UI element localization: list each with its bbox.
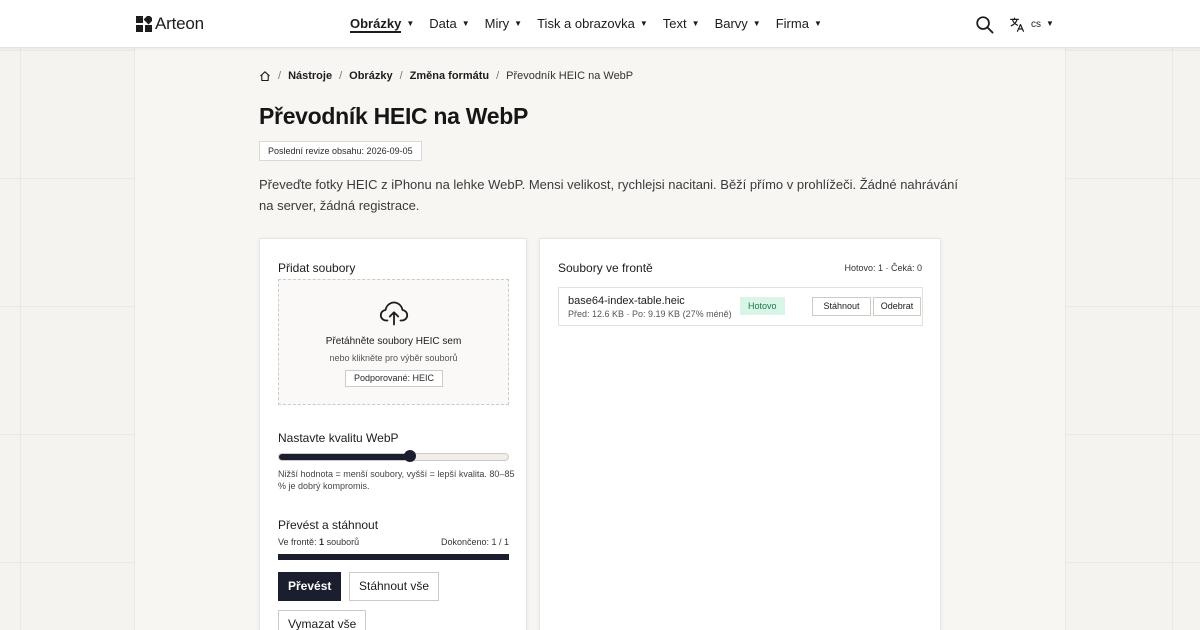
- breadcrumb-separator: /: [339, 70, 343, 82]
- file-size: Před: 12.6 KB · Po: 9.19 KB (27% méně): [568, 309, 732, 319]
- nav-item-miry[interactable]: Miry ▼: [485, 0, 522, 48]
- nav-item-data[interactable]: Data ▼: [429, 0, 469, 48]
- list-item: base64-index-table.heic Před: 12.6 KB · …: [558, 287, 923, 326]
- brand-logo[interactable]: Arteon: [136, 13, 204, 35]
- quality-section-title: Nastavte kvalitu WebP: [278, 431, 399, 445]
- brand-name: Arteon: [155, 14, 204, 33]
- caret-down-icon: ▼: [639, 18, 648, 28]
- dropzone-subtitle: nebo klikněte pro výběr souborů: [329, 353, 458, 363]
- caret-down-icon: ▼: [406, 18, 415, 28]
- file-name: base64-index-table.heic: [568, 295, 685, 307]
- done-status: Dokončeno: 1 / 1: [440, 537, 509, 547]
- queue-prefix: Ve frontě:: [278, 537, 317, 547]
- queue-status: Ve frontě: 1 souborů: [278, 537, 359, 547]
- cloud-upload-icon: [379, 301, 409, 326]
- clear-all-button[interactable]: Vymazat vše: [278, 610, 367, 630]
- queue-count: 1: [319, 537, 325, 547]
- nav-item-label: Tisk a obrazovka: [537, 16, 635, 31]
- upload-section-title: Přidat soubory: [278, 261, 356, 275]
- download-all-button[interactable]: Stáhnout vše: [349, 572, 440, 601]
- breadcrumb-separator: /: [278, 70, 282, 82]
- breadcrumb-current: Převodník HEIC na WebP: [506, 70, 634, 82]
- nav-item-label: Text: [662, 16, 687, 31]
- nav-item-label: Firma: [775, 16, 809, 31]
- caret-down-icon: ▼: [514, 18, 523, 28]
- nav-item-label: Obrázky: [350, 15, 402, 33]
- conversion-progress-fill: [278, 554, 509, 560]
- breadcrumb-separator: /: [496, 70, 500, 82]
- convert-section-title: Převést a stáhnout: [278, 518, 379, 532]
- language-code: cs: [1031, 18, 1041, 30]
- nav-item-barvy[interactable]: Barvy ▼: [715, 0, 761, 48]
- file-dropzone[interactable]: Přetáhněte soubory HEIC sem nebo kliknět…: [278, 279, 509, 405]
- main-menu: Obrázky ▼ Data ▼ Miry ▼ Tisk a obrazovka…: [350, 0, 822, 48]
- caret-down-icon: ▼: [813, 18, 822, 28]
- search-icon[interactable]: [975, 15, 994, 34]
- breadcrumb-separator: /: [399, 70, 403, 82]
- breadcrumb: / Nástroje / Obrázky / Změna formátu / P…: [259, 69, 633, 83]
- language-switcher[interactable]: cs ▼: [1009, 14, 1054, 34]
- breadcrumb-item[interactable]: Nástroje: [288, 70, 332, 82]
- queue-meta: Ve frontě: 1 souborů Dokončeno: 1 / 1: [278, 537, 509, 547]
- page-intro: Převeďte fotky HEIC z iPhonu na lehke We…: [259, 177, 959, 213]
- status-badge: Hotovo: [740, 297, 785, 315]
- top-navigation: Arteon Obrázky ▼ Data ▼ Miry ▼ Tisk a ob…: [0, 0, 1200, 48]
- revision-badge: Poslední revize obsahu: 2026-09-05: [259, 141, 422, 161]
- breadcrumb-item[interactable]: Změna formátu: [410, 70, 489, 82]
- breadcrumb-item[interactable]: Obrázky: [349, 70, 392, 82]
- quality-slider-thumb[interactable]: [403, 450, 416, 462]
- quality-slider-fill: [279, 454, 410, 460]
- nav-item-label: Miry: [484, 16, 510, 31]
- remove-file-button[interactable]: Odebrat: [873, 297, 921, 316]
- nav-item-text[interactable]: Text ▼: [663, 0, 700, 48]
- logo-icon: [136, 16, 152, 32]
- dropzone-title: Přetáhněte soubory HEIC sem: [325, 336, 462, 347]
- caret-down-icon: ▼: [691, 18, 700, 28]
- converter-panel: Přidat soubory Přetáhněte soubory HEIC s…: [259, 238, 527, 630]
- download-file-button[interactable]: Stáhnout: [812, 297, 871, 316]
- supported-formats-badge: Podporované: HEIC: [345, 370, 443, 387]
- queue-suffix: souborů: [326, 537, 360, 547]
- nav-item-tisk[interactable]: Tisk a obrazovka ▼: [537, 0, 648, 48]
- quality-hint: Nižší hodnota = menší soubory, vyšší = l…: [278, 469, 515, 491]
- convert-button[interactable]: Převést: [278, 572, 342, 601]
- queue-counts: Hotovo: 1 · Čeká: 0: [844, 263, 922, 273]
- queue-panel: Soubory ve frontě Hotovo: 1 · Čeká: 0 ba…: [539, 238, 941, 630]
- caret-down-icon: ▼: [461, 18, 470, 28]
- queue-section-title: Soubory ve frontě: [558, 261, 653, 275]
- home-icon[interactable]: [259, 70, 271, 82]
- quality-slider[interactable]: [278, 450, 509, 462]
- nav-item-firma[interactable]: Firma ▼: [776, 0, 822, 48]
- nav-item-label: Data: [429, 16, 457, 31]
- page-title: Převodník HEIC na WebP: [259, 103, 529, 129]
- nav-item-obrazky[interactable]: Obrázky ▼: [350, 0, 414, 48]
- nav-item-label: Barvy: [714, 16, 748, 31]
- translate-icon: [1010, 17, 1025, 32]
- conversion-progress: [278, 554, 509, 560]
- caret-down-icon: ▼: [1046, 18, 1054, 28]
- caret-down-icon: ▼: [752, 18, 761, 28]
